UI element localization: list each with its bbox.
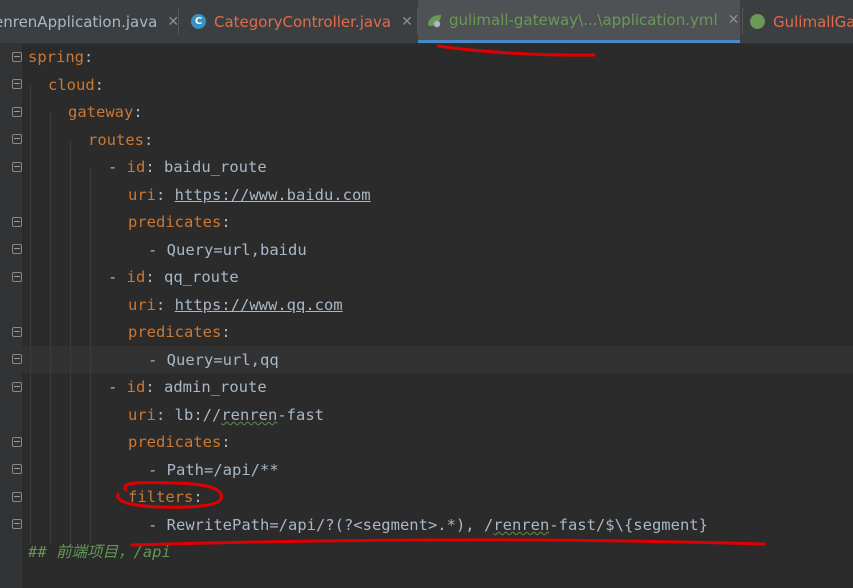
code-line: - id: qq_route — [108, 268, 239, 286]
fold-marker[interactable] — [12, 79, 22, 89]
fold-marker[interactable] — [12, 327, 22, 337]
fold-marker[interactable] — [12, 437, 22, 447]
close-icon[interactable]: ✕ — [728, 12, 740, 28]
code-line: - id: baidu_route — [108, 158, 267, 176]
code-line: filters: — [128, 488, 203, 506]
yaml-value: Query=url,baidu — [166, 241, 307, 259]
current-line-highlight — [22, 346, 853, 373]
fold-marker[interactable] — [12, 464, 22, 474]
code-line: - Query=url,qq — [148, 351, 279, 369]
code-line: predicates: — [128, 433, 231, 451]
tab-label: gulimall-gateway\...\application.yml — [449, 11, 718, 29]
yaml-key: id — [126, 158, 146, 176]
gutter — [0, 44, 22, 588]
spring-boot-class-icon — [750, 14, 765, 29]
code-line: spring: — [28, 48, 94, 66]
yaml-key: filters — [128, 488, 194, 506]
yaml-value: baidu_route — [164, 158, 267, 176]
tab-application-yml[interactable]: gulimall-gateway\...\application.yml ✕ — [418, 0, 740, 43]
fold-marker[interactable] — [12, 272, 22, 282]
spring-yaml-icon — [426, 13, 441, 28]
yaml-key: id — [126, 268, 146, 286]
fold-marker[interactable] — [12, 519, 22, 529]
code-line: predicates: — [128, 213, 231, 231]
tab-category-controller[interactable]: C CategoryController.java ✕ — [191, 0, 413, 43]
fold-marker[interactable] — [12, 52, 22, 62]
yaml-value: admin_route — [164, 378, 267, 396]
tab-renren-application[interactable]: enrenApplication.java ✕ — [0, 0, 179, 43]
spellcheck-word: renren — [493, 516, 550, 534]
yaml-key: uri — [128, 296, 156, 314]
yaml-key: predicates — [128, 323, 222, 341]
close-icon[interactable]: ✕ — [401, 14, 413, 30]
code-line: - Path=/api/** — [148, 461, 279, 479]
code-line: - id: admin_route — [108, 378, 267, 396]
code-line: routes: — [88, 131, 154, 149]
yaml-value: Query=url,qq — [166, 351, 279, 369]
yaml-key: gateway — [68, 103, 134, 121]
yaml-key: cloud — [48, 76, 95, 94]
yaml-value: qq_route — [164, 268, 239, 286]
fold-marker[interactable] — [12, 244, 22, 254]
yaml-key: uri — [128, 406, 156, 424]
yaml-comment: ## 前端项目，/api — [28, 543, 171, 561]
code-line: - RewritePath=/api/?(?<segment>.*), /ren… — [148, 516, 708, 534]
code-line: - Query=url,baidu — [148, 241, 307, 259]
code-line: gateway: — [68, 103, 143, 121]
yaml-key: routes — [88, 131, 144, 149]
fold-marker[interactable] — [12, 354, 22, 364]
fold-marker[interactable] — [12, 382, 22, 392]
tab-gulimall-gateway-application[interactable]: GulimallGat — [750, 0, 853, 43]
fold-marker[interactable] — [12, 107, 22, 117]
tab-label: CategoryController.java — [214, 12, 392, 31]
code-line: uri: https://www.qq.com — [128, 296, 343, 314]
code-line: uri: https://www.baidu.com — [128, 186, 371, 204]
tab-label: GulimallGat — [773, 12, 853, 31]
fold-marker[interactable] — [12, 134, 22, 144]
code-editor[interactable]: spring: cloud: gateway: routes: - id: ba… — [0, 44, 853, 588]
editor-tab-bar: enrenApplication.java ✕ C CategoryContro… — [0, 0, 853, 44]
spellcheck-word: renren — [221, 406, 278, 424]
fold-marker[interactable] — [12, 492, 22, 502]
yaml-key: predicates — [128, 213, 222, 231]
yaml-key: spring — [28, 48, 84, 66]
yaml-key: id — [126, 378, 146, 396]
code-line: ## 前端项目，/api — [28, 539, 171, 566]
java-class-icon: C — [191, 14, 206, 29]
url-link[interactable]: https://www.baidu.com — [175, 186, 371, 204]
fold-marker[interactable] — [12, 162, 22, 172]
code-line: uri: lb://renren-fast — [128, 406, 325, 424]
url-link[interactable]: https://www.qq.com — [175, 296, 343, 314]
code-line: cloud: — [48, 76, 105, 94]
fold-marker[interactable] — [12, 217, 22, 227]
code-line: predicates: — [128, 323, 231, 341]
tab-label: enrenApplication.java — [0, 12, 158, 31]
yaml-key: uri — [128, 186, 156, 204]
yaml-key: predicates — [128, 433, 222, 451]
yaml-value: Path=/api/** — [166, 461, 279, 479]
